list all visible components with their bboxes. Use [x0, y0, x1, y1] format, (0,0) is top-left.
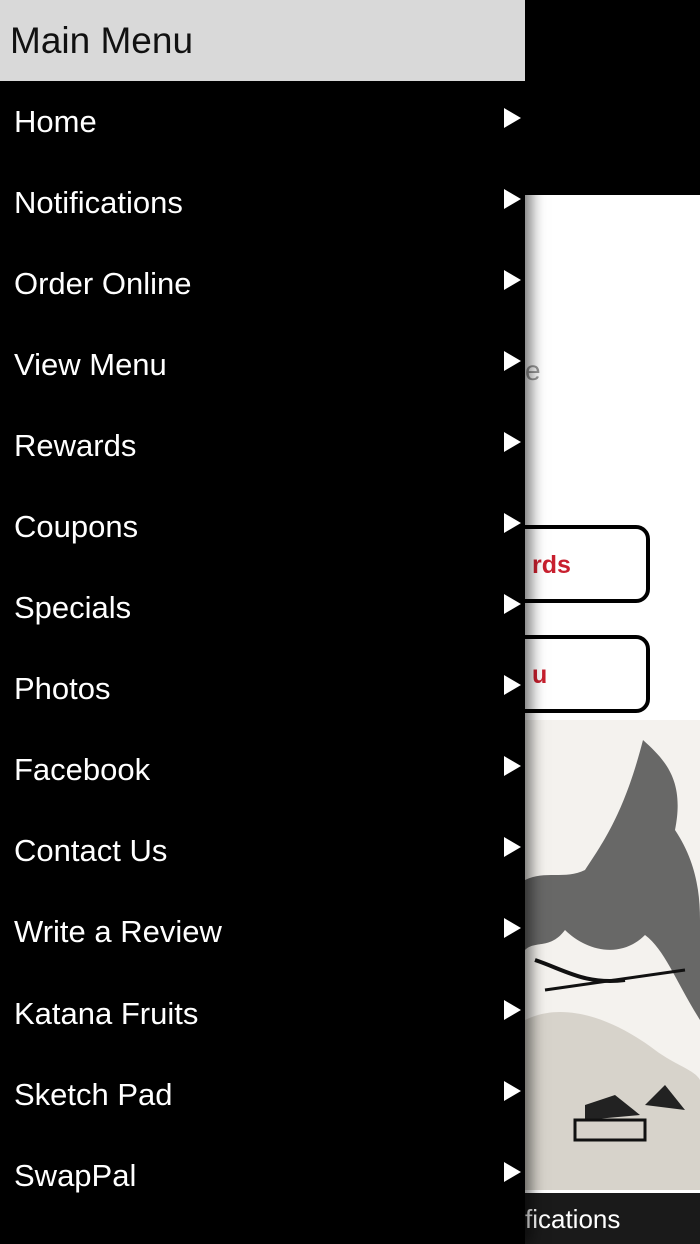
menu-item-home[interactable]: Home — [0, 81, 525, 162]
menu-item-photos[interactable]: Photos — [0, 649, 525, 730]
menu-item-label: Write a Review — [14, 914, 222, 950]
menu-item-notifications[interactable]: Notifications — [0, 162, 525, 243]
menu-item-label: View Menu — [14, 346, 167, 382]
chevron-right-icon — [504, 999, 521, 1020]
chevron-right-icon — [504, 188, 521, 209]
menu-item-facebook[interactable]: Facebook — [0, 730, 525, 811]
menu-item-label: Sketch Pad — [14, 1076, 173, 1112]
menu-item-swappal[interactable]: SwapPal — [0, 1135, 525, 1216]
menu-item-write-a-review[interactable]: Write a Review — [0, 892, 525, 973]
chevron-right-icon — [504, 350, 521, 371]
menu-item-label: Facebook — [14, 752, 151, 788]
chevron-right-icon — [504, 918, 521, 939]
chevron-right-icon — [504, 269, 521, 290]
drawer-header: Main Menu — [0, 0, 525, 81]
menu-item-view-menu[interactable]: View Menu — [0, 324, 525, 405]
chevron-right-icon — [504, 675, 521, 696]
main-menu-drawer: Main Menu Home Notifications Order Onlin… — [0, 0, 525, 1244]
menu-item-label: Rewards — [14, 427, 137, 463]
menu-item-sketch-pad[interactable]: Sketch Pad — [0, 1054, 525, 1135]
menu-item-label: Home — [14, 103, 97, 139]
ink-painting-image — [525, 720, 700, 1190]
background-rewards-button-label: rds — [532, 551, 571, 579]
menu-item-order-online[interactable]: Order Online — [0, 243, 525, 324]
chevron-right-icon — [504, 431, 521, 452]
chevron-right-icon — [504, 594, 521, 615]
background-bottom-tab-bar[interactable]: fications — [525, 1193, 700, 1244]
menu-item-label: Photos — [14, 671, 111, 707]
menu-item-label: Notifications — [14, 184, 183, 220]
background-menu-button-label: u — [532, 661, 548, 689]
menu-item-katana-fruits[interactable]: Katana Fruits — [0, 973, 525, 1054]
drawer-title: Main Menu — [10, 19, 194, 61]
menu-item-label: Specials — [14, 590, 132, 626]
chevron-right-icon — [504, 756, 521, 777]
menu-item-label: Coupons — [14, 509, 139, 545]
menu-item-specials[interactable]: Specials — [0, 568, 525, 649]
chevron-right-icon — [504, 1080, 521, 1101]
menu-item-label: SwapPal — [14, 1157, 137, 1193]
chevron-right-icon — [504, 513, 521, 534]
chevron-right-icon — [504, 1161, 521, 1182]
menu-item-coupons[interactable]: Coupons — [0, 486, 525, 567]
menu-item-label: Katana Fruits — [14, 995, 199, 1031]
background-bottom-tab-label: fications — [525, 1204, 621, 1234]
menu-list: Home Notifications Order Online View Men… — [0, 81, 525, 1216]
menu-item-label: Contact Us — [14, 833, 168, 869]
background-faint-text: e — [525, 355, 541, 386]
chevron-right-icon — [504, 837, 521, 858]
menu-item-contact-us[interactable]: Contact Us — [0, 811, 525, 892]
chevron-right-icon — [504, 107, 521, 128]
menu-item-label: Order Online — [14, 265, 192, 301]
menu-item-rewards[interactable]: Rewards — [0, 405, 525, 486]
